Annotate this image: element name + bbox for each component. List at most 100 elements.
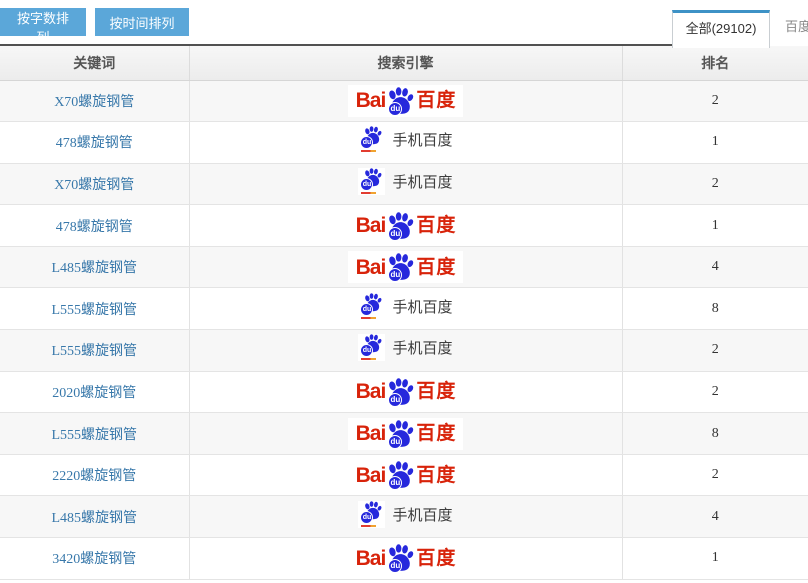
table-header-row: 关键词 搜索引擎 排名	[0, 46, 808, 80]
baidu-logo-cn-text: 百度	[416, 382, 456, 401]
table-row: X70螺旋钢管 Bai du 百度 2	[0, 80, 808, 122]
table-row: L485螺旋钢管 du 手机百度 4	[0, 496, 808, 538]
keyword-link[interactable]: 2020螺旋钢管	[0, 371, 189, 413]
rank-value: 8	[622, 413, 808, 455]
sort-by-time-button[interactable]: 按时间排列	[95, 8, 189, 36]
baidu-logo-cn-text: 百度	[416, 258, 456, 277]
toolbar: 按字数排列 按时间排列 全部(29102) 百度	[0, 0, 808, 44]
baidu-logo-bai-text: Bai	[356, 465, 386, 486]
rank-value: 4	[622, 496, 808, 538]
engine-cell: Bai du 百度	[189, 371, 622, 413]
keyword-link[interactable]: 478螺旋钢管	[0, 205, 189, 247]
mobile-engine-label: 手机百度	[392, 337, 452, 358]
table-row: 2020螺旋钢管 Bai du 百度 2	[0, 371, 808, 413]
baidu-paw-icon: du	[386, 212, 414, 240]
baidu-logo: Bai du 百度	[348, 85, 464, 117]
mobile-du-badge: du	[360, 178, 373, 191]
mobile-baidu-engine: du 手机百度	[358, 126, 452, 153]
table-row: 3420螺旋钢管 Bai du 百度 1	[0, 538, 808, 580]
baidu-logo-bai-text: Bai	[356, 548, 386, 569]
baidu-paw-icon: du	[386, 87, 414, 115]
keyword-link[interactable]: 2220螺旋钢管	[0, 454, 189, 496]
baidu-logo-bai-text: Bai	[356, 90, 386, 111]
engine-cell: du 手机百度	[189, 496, 622, 538]
tab-all[interactable]: 全部(29102)	[672, 10, 770, 48]
baidu-du-badge: du	[388, 435, 402, 449]
rank-value: 8	[622, 288, 808, 330]
baidu-logo: Bai du 百度	[348, 251, 464, 283]
baidu-logo-bai-text: Bai	[356, 423, 386, 444]
baidu-paw-icon: du	[386, 378, 414, 406]
baidu-paw-icon: du	[386, 544, 414, 572]
rank-value: 2	[622, 371, 808, 413]
table-row: 478螺旋钢管 du 手机百度 1	[0, 122, 808, 164]
baidu-logo: Bai du 百度	[348, 210, 464, 242]
mobile-du-badge: du	[360, 136, 373, 149]
keyword-link[interactable]: X70螺旋钢管	[0, 163, 189, 205]
tab-baidu[interactable]: 百度	[770, 10, 808, 46]
mobile-engine-label: 手机百度	[392, 296, 452, 317]
keyword-link[interactable]: 3420螺旋钢管	[0, 538, 189, 580]
baidu-logo: Bai du 百度	[348, 376, 464, 408]
baidu-du-badge: du	[388, 227, 402, 241]
table-row: L485螺旋钢管 Bai du 百度 4	[0, 246, 808, 288]
baidu-logo-bai-text: Bai	[356, 381, 386, 402]
keyword-link[interactable]: L555螺旋钢管	[0, 288, 189, 330]
rank-value: 2	[622, 163, 808, 205]
engine-cell: du 手机百度	[189, 288, 622, 330]
baidu-logo: Bai du 百度	[348, 542, 464, 574]
engine-cell: Bai du 百度	[189, 413, 622, 455]
rank-value: 2	[622, 80, 808, 122]
rank-value: 1	[622, 205, 808, 247]
mobile-baidu-engine: du 手机百度	[358, 334, 452, 361]
baidu-logo-cn-text: 百度	[416, 91, 456, 110]
mobile-baidu-engine: du 手机百度	[358, 501, 452, 528]
col-header-engine: 搜索引擎	[189, 46, 622, 80]
engine-cell: Bai du 百度	[189, 205, 622, 247]
engine-cell: Bai du 百度	[189, 80, 622, 122]
baidu-logo: Bai du 百度	[348, 459, 464, 491]
baidu-paw-icon: du	[386, 420, 414, 448]
rank-value: 2	[622, 330, 808, 372]
mobile-du-badge: du	[360, 511, 373, 524]
engine-cell: Bai du 百度	[189, 538, 622, 580]
keyword-link[interactable]: L485螺旋钢管	[0, 496, 189, 538]
baidu-paw-icon: du	[386, 253, 414, 281]
mobile-baidu-engine: du 手机百度	[358, 168, 452, 195]
ranking-table-wrap: 关键词 搜索引擎 排名 X70螺旋钢管 Bai du	[0, 44, 808, 580]
col-header-keyword: 关键词	[0, 46, 189, 80]
mobile-icon-underline	[361, 317, 376, 319]
rank-value: 2	[622, 454, 808, 496]
mobile-baidu-icon: du	[358, 501, 385, 528]
keyword-link[interactable]: X70螺旋钢管	[0, 80, 189, 122]
mobile-icon-underline	[361, 150, 376, 152]
mobile-baidu-icon: du	[358, 168, 385, 195]
mobile-icon-underline	[361, 192, 376, 194]
mobile-icon-underline	[361, 525, 376, 527]
mobile-icon-underline	[361, 358, 376, 360]
rank-value: 1	[622, 122, 808, 164]
engine-cell: Bai du 百度	[189, 454, 622, 496]
baidu-paw-icon: du	[386, 461, 414, 489]
baidu-logo-bai-text: Bai	[356, 215, 386, 236]
baidu-logo: Bai du 百度	[348, 418, 464, 450]
sort-by-chars-button[interactable]: 按字数排列	[0, 8, 86, 36]
keyword-link[interactable]: L555螺旋钢管	[0, 330, 189, 372]
mobile-baidu-icon: du	[358, 293, 385, 320]
table-row: L555螺旋钢管 du 手机百度 8	[0, 288, 808, 330]
baidu-logo-cn-text: 百度	[416, 466, 456, 485]
table-row: L555螺旋钢管 Bai du 百度 8	[0, 413, 808, 455]
rank-value: 4	[622, 246, 808, 288]
keyword-link[interactable]: 478螺旋钢管	[0, 122, 189, 164]
table-row: 478螺旋钢管 Bai du 百度 1	[0, 205, 808, 247]
col-header-rank: 排名	[622, 46, 808, 80]
rank-value: 1	[622, 538, 808, 580]
table-row: L555螺旋钢管 du 手机百度 2	[0, 330, 808, 372]
engine-cell: du 手机百度	[189, 122, 622, 164]
mobile-du-badge: du	[360, 303, 373, 316]
engine-tabs: 全部(29102) 百度	[672, 10, 808, 48]
baidu-logo-cn-text: 百度	[416, 216, 456, 235]
keyword-link[interactable]: L555螺旋钢管	[0, 413, 189, 455]
baidu-logo-cn-text: 百度	[416, 424, 456, 443]
keyword-link[interactable]: L485螺旋钢管	[0, 246, 189, 288]
